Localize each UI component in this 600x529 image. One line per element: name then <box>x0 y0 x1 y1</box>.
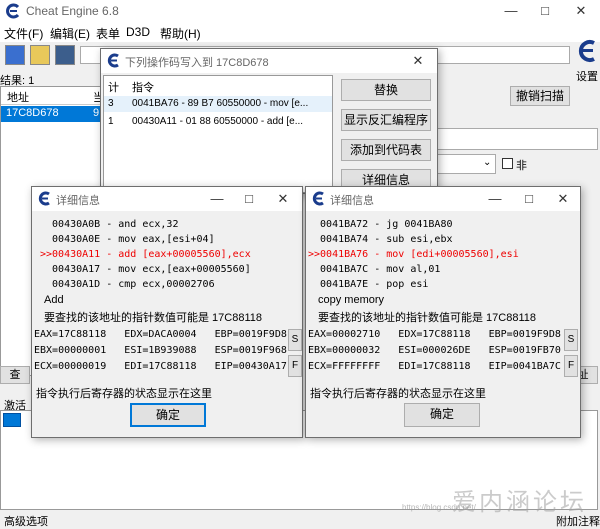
replace-button[interactable]: 替换 <box>341 79 431 101</box>
register-state-note: 指令执行后寄存器的状态显示在这里 <box>36 388 212 400</box>
operation-label: copy memory <box>318 294 385 306</box>
register-line: EBX=00000001 ESI=1B939088 ESP=0019F968 <box>34 345 287 356</box>
cheat-engine-big-logo-icon[interactable] <box>575 38 599 64</box>
detail-left-title: 详细信息 <box>56 195 100 207</box>
register-line: ECX=FFFFFFFF EDI=17C88118 EIP=0041BA7C <box>308 361 561 372</box>
scan-type-select[interactable]: ⌄ <box>430 154 496 174</box>
disasm-line: 00430A0B - and ecx,32 <box>40 219 179 230</box>
result-address: 17C8D678 <box>6 107 59 119</box>
detail-right-minimize-button[interactable]: — <box>478 187 512 211</box>
detail-dialog-right: 详细信息 — □ ✕ 0041BA72 - jg 0041BA80 0041BA… <box>305 186 581 438</box>
disasm-line: 00430A0E - mov eax,[esi+04] <box>40 234 215 245</box>
close-button[interactable]: ✕ <box>564 0 598 22</box>
detail-right-title: 详细信息 <box>330 195 374 207</box>
register-line: ECX=00000019 EDI=17C88118 EIP=00430A17 <box>34 361 287 372</box>
cheat-engine-logo-icon <box>107 53 119 68</box>
table-row-selected[interactable] <box>3 413 21 427</box>
result-row[interactable]: 17C8D678 9 <box>1 106 103 122</box>
opcode-dialog-caption: 下列操作码写入到 17C8D678 ✕ <box>101 49 437 73</box>
advanced-options[interactable]: 高级选项 <box>4 513 48 529</box>
stack-button[interactable]: S <box>564 329 578 351</box>
open-process-icon[interactable] <box>5 45 25 65</box>
watermark-url: https://blog.csdn.net/... <box>402 503 483 512</box>
show-disassembler-button[interactable]: 显示反汇编程序 <box>341 109 431 131</box>
value-input[interactable] <box>430 128 598 150</box>
disasm-line-highlighted: >>00430A11 - add [eax+00005560],ecx <box>40 249 251 260</box>
opcode-dialog-title: 下列操作码写入到 17C8D678 <box>125 57 269 69</box>
detail-right-maximize-button[interactable]: □ <box>512 187 546 211</box>
open-folder-icon[interactable] <box>30 45 50 65</box>
memory-view-button[interactable]: 查 <box>0 366 30 384</box>
pointer-note: 要查找的该地址的指针数值可能是 17C88118 <box>44 312 263 324</box>
menu-edit[interactable]: 编辑(E) <box>50 25 90 42</box>
fpu-button[interactable]: F <box>288 355 302 377</box>
register-line: EBX=00000032 ESI=000026DE ESP=0019FB70 <box>308 345 561 356</box>
register-state-note: 指令执行后寄存器的状态显示在这里 <box>310 388 486 400</box>
title-bar: Cheat Engine 6.8 — □ ✕ <box>0 0 600 22</box>
disasm-line: 0041BA72 - jg 0041BA80 <box>308 219 453 230</box>
not-label: 非 <box>516 160 527 172</box>
disasm-line: 00430A17 - mov ecx,[eax+00005560] <box>40 264 251 275</box>
operation-label: Add <box>44 294 64 306</box>
detail-right-caption: 详细信息 — □ ✕ <box>306 187 580 211</box>
save-icon[interactable] <box>55 45 75 65</box>
disasm-line-highlighted: >>0041BA76 - mov [edi+00005560],esi <box>308 249 519 260</box>
detail-left-minimize-button[interactable]: — <box>200 187 234 211</box>
opcode-dialog-close-button[interactable]: ✕ <box>401 49 435 73</box>
menu-table[interactable]: 表单 <box>96 25 120 42</box>
pointer-note: 要查找的该地址的指针数值可能是 17C88118 <box>318 312 537 324</box>
opcode-row[interactable]: 1 00430A11 - 01 88 60550000 - add [e... <box>104 114 332 130</box>
add-to-codelist-button[interactable]: 添加到代码表 <box>341 139 431 161</box>
result-value: 9 <box>93 107 100 119</box>
cheat-engine-logo-icon <box>312 191 324 206</box>
undo-scan-button[interactable]: 撤销扫描 <box>510 86 570 106</box>
register-line: EAX=00002710 EDX=17C88118 EBP=0019F9D8 <box>308 329 561 340</box>
menu-bar: 文件(F) 编辑(E) 表单 D3D 帮助(H) <box>0 22 600 42</box>
opcode-row-count: 1 <box>108 116 114 127</box>
chevron-down-icon: ⌄ <box>483 157 492 168</box>
detail-left-close-button[interactable]: ✕ <box>266 187 300 211</box>
detail-left-maximize-button[interactable]: □ <box>232 187 266 211</box>
disasm-line: 0041BA74 - sub esi,ebx <box>308 234 453 245</box>
menu-file[interactable]: 文件(F) <box>4 25 43 42</box>
menu-help[interactable]: 帮助(H) <box>160 25 201 42</box>
ok-button[interactable]: 确定 <box>404 403 480 427</box>
col-address-header[interactable]: 地址 <box>7 89 29 105</box>
settings-label[interactable]: 设置 <box>576 68 598 84</box>
register-line: EAX=17C88118 EDX=DACA0004 EBP=0019F9D8 <box>34 329 287 340</box>
col-instruction-header[interactable]: 指令 <box>132 79 154 95</box>
opcode-row[interactable]: 3 0041BA76 - 89 B7 60550000 - mov [e... <box>104 96 332 112</box>
detail-right-close-button[interactable]: ✕ <box>546 187 580 211</box>
not-checkbox[interactable] <box>502 158 513 169</box>
opcode-row-instruction: 0041BA76 - 89 B7 60550000 - mov [e... <box>132 98 309 109</box>
opcode-list[interactable]: 计 指令 3 0041BA76 - 89 B7 60550000 - mov [… <box>103 75 333 193</box>
cheat-engine-logo-icon <box>6 3 20 19</box>
opcode-row-count: 3 <box>108 98 114 109</box>
stack-button[interactable]: S <box>288 329 302 351</box>
minimize-button[interactable]: — <box>494 0 528 22</box>
fpu-button[interactable]: F <box>564 355 578 377</box>
opcode-row-instruction: 00430A11 - 01 88 60550000 - add [e... <box>132 116 304 127</box>
disasm-line: 0041BA7E - pop esi <box>308 279 429 290</box>
ok-button[interactable]: 确定 <box>130 403 206 427</box>
disasm-line: 00430A1D - cmp ecx,00002706 <box>40 279 215 290</box>
menu-d3d[interactable]: D3D <box>126 25 150 39</box>
disasm-line: 0041BA7C - mov al,01 <box>308 264 441 275</box>
detail-dialog-left: 详细信息 — □ ✕ 00430A0B - and ecx,32 00430A0… <box>31 186 303 438</box>
col-count-header[interactable]: 计 <box>108 79 119 95</box>
detail-left-caption: 详细信息 — □ ✕ <box>32 187 302 211</box>
opcode-writers-dialog: 下列操作码写入到 17C8D678 ✕ 计 指令 3 0041BA76 - 89… <box>100 48 438 194</box>
window-title: Cheat Engine 6.8 <box>26 4 119 18</box>
maximize-button[interactable]: □ <box>528 0 562 22</box>
cheat-engine-logo-icon <box>38 191 50 206</box>
